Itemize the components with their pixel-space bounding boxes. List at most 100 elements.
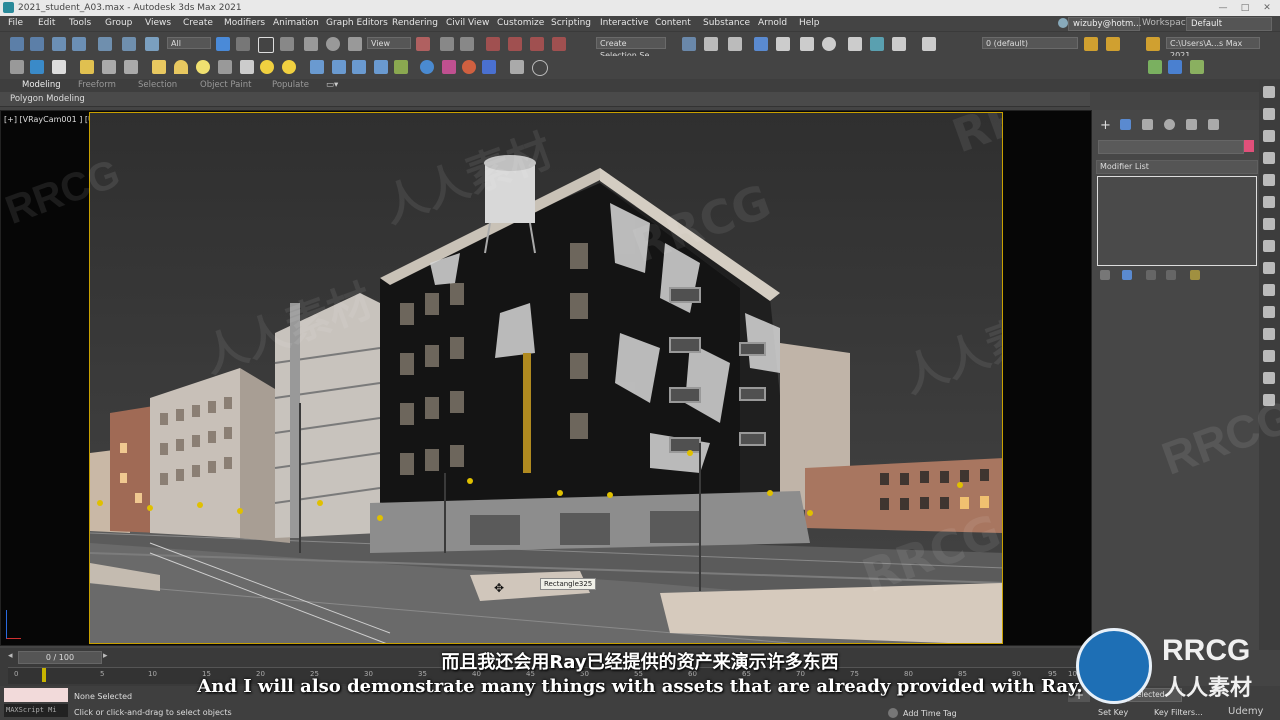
menu-content[interactable]: Content: [655, 18, 691, 28]
display-tab-icon[interactable]: [1186, 119, 1197, 130]
vray-material-icon[interactable]: [420, 60, 434, 74]
layer-explorer-icon[interactable]: [728, 37, 742, 51]
chain-icon[interactable]: [145, 37, 159, 51]
maximize-button[interactable]: □: [1234, 0, 1256, 16]
maxscript-mini-input[interactable]: MAXScript Mi: [4, 704, 68, 717]
menu-civil-view[interactable]: Civil View: [446, 18, 489, 28]
vray-cam-icon[interactable]: [482, 60, 496, 74]
pin-stack-icon[interactable]: [1100, 270, 1110, 280]
layers-icon[interactable]: [922, 37, 936, 51]
menu-edit[interactable]: Edit: [38, 18, 55, 28]
minimize-button[interactable]: —: [1212, 0, 1234, 16]
vray-help-icon[interactable]: [532, 60, 548, 76]
vray-plane-icon[interactable]: [152, 60, 166, 74]
ribbon-subtitle[interactable]: Polygon Modeling: [10, 94, 85, 104]
create-tab-icon[interactable]: +: [1100, 118, 1111, 133]
rotate-icon[interactable]: [326, 37, 340, 51]
menu-modifiers[interactable]: Modifiers: [224, 18, 265, 28]
add-to-layer-icon[interactable]: [1106, 37, 1120, 51]
vray-proxy-icon[interactable]: [310, 60, 324, 74]
curve-editor-icon[interactable]: [776, 37, 790, 51]
menu-graph-editors[interactable]: Graph Editors: [326, 18, 388, 28]
menu-tools[interactable]: Tools: [69, 18, 91, 28]
select-object-icon[interactable]: [216, 37, 230, 51]
object-color-swatch[interactable]: [1244, 140, 1254, 152]
menu-views[interactable]: Views: [145, 18, 171, 28]
configure-sets-icon[interactable]: [1190, 270, 1200, 280]
selection-set-dropdown[interactable]: Create Selection Se: [596, 37, 666, 60]
select-link-icon[interactable]: [52, 37, 66, 51]
menu-help[interactable]: Help: [799, 18, 820, 28]
menu-interactive[interactable]: Interactive: [600, 18, 648, 28]
remove-modifier-icon[interactable]: [1166, 270, 1176, 280]
modifier-stack-list[interactable]: [1097, 176, 1257, 266]
side-tool-12-icon[interactable]: [1263, 328, 1275, 340]
side-tool-13-icon[interactable]: [1263, 350, 1275, 362]
side-tool-7-icon[interactable]: [1263, 218, 1275, 230]
vray-mesh-light-icon[interactable]: [218, 60, 232, 74]
side-tool-1-icon[interactable]: [1263, 86, 1275, 98]
vray-dome-icon[interactable]: [174, 60, 188, 74]
menu-rendering[interactable]: Rendering: [392, 18, 438, 28]
side-tool-9-icon[interactable]: [1263, 262, 1275, 274]
material-editor-icon[interactable]: [822, 37, 836, 51]
selection-filter-dropdown[interactable]: All: [167, 37, 211, 49]
select-by-name-icon[interactable]: [236, 37, 250, 51]
angle-snap-icon[interactable]: [508, 37, 522, 51]
current-layer-dropdown[interactable]: 0 (default): [982, 37, 1078, 49]
hierarchy-tab-icon[interactable]: [1142, 119, 1153, 130]
align-icon[interactable]: [704, 37, 718, 51]
menu-group[interactable]: Group: [105, 18, 132, 28]
side-tool-4-icon[interactable]: [1263, 152, 1275, 164]
vray-fur-icon[interactable]: [332, 60, 346, 74]
keyboard-shortcut-icon[interactable]: [460, 37, 474, 51]
project-folder-dropdown[interactable]: C:\Users\A...s Max 2021: [1166, 37, 1260, 60]
vray-lister-icon[interactable]: [510, 60, 524, 74]
unlink-icon[interactable]: [72, 37, 86, 51]
schematic-view-icon[interactable]: [800, 37, 814, 51]
side-tool-2-icon[interactable]: [1263, 108, 1275, 120]
object-name-field[interactable]: [1098, 140, 1244, 154]
vray-icon[interactable]: [30, 60, 44, 74]
make-unique-icon[interactable]: [1146, 270, 1156, 280]
redo-icon[interactable]: [30, 37, 44, 51]
bind-space-warp-icon[interactable]: [98, 37, 112, 51]
vray-light-icon[interactable]: [80, 60, 94, 74]
workspace-dropdown[interactable]: Default: [1186, 17, 1272, 31]
vray-displacement-icon[interactable]: [352, 60, 366, 74]
side-tool-6-icon[interactable]: [1263, 196, 1275, 208]
vray-toon-icon[interactable]: [462, 60, 476, 74]
menu-scripting[interactable]: Scripting: [551, 18, 591, 28]
isolate-icon[interactable]: [888, 708, 898, 718]
modify-tab-icon[interactable]: [1120, 119, 1131, 130]
side-tool-14-icon[interactable]: [1263, 372, 1275, 384]
vray-frame-buffer-icon[interactable]: [52, 60, 66, 74]
add-time-tag-button[interactable]: Add Time Tag: [903, 709, 957, 718]
vray-sphere-light-icon[interactable]: [196, 60, 210, 74]
utilities-tab-icon[interactable]: [1208, 119, 1219, 130]
arnold-icon-3[interactable]: [1190, 60, 1204, 74]
side-tool-10-icon[interactable]: [1263, 284, 1275, 296]
show-end-result-icon[interactable]: [1122, 270, 1132, 280]
set-key-button[interactable]: Set Key: [1098, 708, 1128, 717]
modifier-list-dropdown[interactable]: Modifier List: [1096, 160, 1258, 174]
arnold-icon-1[interactable]: [1148, 60, 1162, 74]
motion-tab-icon[interactable]: [1164, 119, 1175, 130]
vray-multi-material-icon[interactable]: [442, 60, 456, 74]
menu-animation[interactable]: Animation: [273, 18, 319, 28]
tab-object-paint[interactable]: Object Paint: [200, 80, 251, 90]
move-icon[interactable]: [304, 37, 318, 51]
side-tool-5-icon[interactable]: [1263, 174, 1275, 186]
vray-sun-icon[interactable]: [124, 60, 138, 74]
side-tool-3-icon[interactable]: [1263, 130, 1275, 142]
tab-populate[interactable]: Populate: [272, 80, 309, 90]
folder-icon[interactable]: [1146, 37, 1160, 51]
arnold-icon-2[interactable]: [1168, 60, 1182, 74]
side-tool-11-icon[interactable]: [1263, 306, 1275, 318]
tab-modeling[interactable]: Modeling: [22, 80, 61, 90]
tab-freeform[interactable]: Freeform: [78, 80, 116, 90]
create-layer-icon[interactable]: [1084, 37, 1098, 51]
rendered-frame-icon[interactable]: [870, 37, 884, 51]
render-icon[interactable]: [892, 37, 906, 51]
rectangular-selection-icon[interactable]: [258, 37, 274, 53]
